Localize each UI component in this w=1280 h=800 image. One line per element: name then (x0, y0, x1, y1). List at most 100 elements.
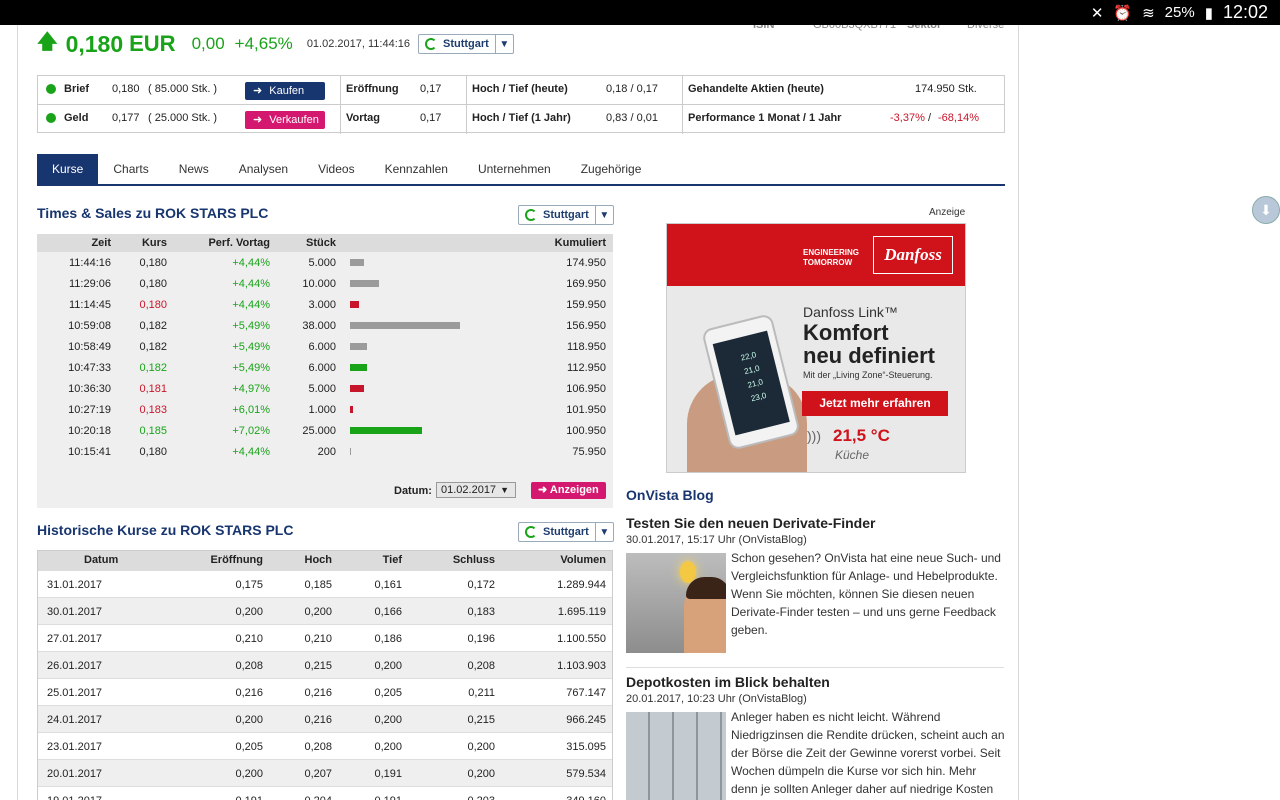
cell-price: 0,180 (139, 278, 167, 290)
tab-kurse[interactable]: Kurse (37, 154, 99, 184)
col-kumuliert: Kumuliert (554, 237, 606, 249)
table-row: 30.01.2017 0,200 0,200 0,166 0,183 1.695.119 (38, 598, 612, 625)
cell-cumulative: 100.950 (566, 425, 606, 437)
cell-open: 0,191 (235, 795, 263, 800)
cell-qty: 10.000 (302, 278, 336, 290)
cell-high: 0,204 (304, 795, 332, 800)
cell-open: 0,216 (235, 687, 263, 699)
table-row: 10:27:19 0,183 +6,01% 1.000 101.950 (37, 400, 613, 421)
table-header: Zeit Kurs Perf. Vortag Stück Kumuliert (37, 234, 613, 252)
cell-high: 0,207 (304, 768, 332, 780)
arrow-right-icon: ➜ (538, 484, 550, 496)
volume-bar (350, 259, 364, 266)
col-perf: Perf. Vortag (208, 237, 270, 249)
sell-label: Verkaufen (269, 114, 319, 126)
tab-videos[interactable]: Videos (303, 154, 369, 184)
blog-post-text-2: Anleger haben es nicht leicht. Während N… (731, 710, 1005, 796)
cell-time: 10:58:49 (68, 341, 111, 353)
tab-unternehmen[interactable]: Unternehmen (463, 154, 566, 184)
exchange-select[interactable]: Stuttgart ▼ (417, 34, 514, 54)
col-tief: Tief (382, 554, 402, 566)
arrow-right-icon: ➜ (253, 114, 266, 126)
volume-bar (350, 343, 367, 350)
tab-zugehoerige[interactable]: Zugehörige (566, 154, 657, 184)
date-select[interactable]: 01.02.2017 ▼ (436, 482, 516, 498)
volume-bar (350, 448, 351, 455)
cell-cumulative: 156.950 (566, 320, 606, 332)
table-row: 10:59:08 0,182 +5,49% 38.000 156.950 (37, 316, 613, 337)
cell-time: 10:36:30 (68, 383, 111, 395)
quote-row-geld: Geld 0,177 ( 25.000 Stk. ) ➜ Verkaufen V… (38, 105, 1004, 134)
table-row: 31.01.2017 0,175 0,185 0,161 0,172 1.289.944 (38, 571, 612, 598)
tab-analysen[interactable]: Analysen (224, 154, 303, 184)
cell-price: 0,181 (139, 383, 167, 395)
cell-low: 0,191 (374, 768, 402, 780)
tab-charts[interactable]: Charts (98, 154, 163, 184)
table-row: 11:14:45 0,180 +4,44% 3.000 159.950 (37, 295, 613, 316)
arrow-down-icon: ⬇ (1260, 202, 1272, 218)
alarm-icon: ⏰ (1113, 4, 1133, 22)
clock: 12:02 (1222, 2, 1268, 22)
cell-qty: 5.000 (308, 383, 336, 395)
buy-button[interactable]: ➜ Kaufen (245, 82, 325, 100)
danfoss-logo: Danfoss (873, 236, 953, 274)
cell-qty: 6.000 (308, 341, 336, 353)
cell-price: 0,180 (139, 446, 167, 458)
historical-exchange-select[interactable]: Stuttgart ▼ (518, 522, 614, 542)
sell-button[interactable]: ➜ Verkaufen (245, 111, 325, 129)
blog-post-image-2[interactable] (626, 712, 726, 800)
blog-post-title-2[interactable]: Depotkosten im Blick behalten (626, 674, 830, 690)
performance-separator: / (928, 112, 932, 124)
tab-bar: Kurse Charts News Analysen Videos Kennza… (37, 154, 1005, 186)
times-sales-title: Times & Sales zu ROK STARS PLC (37, 205, 269, 221)
currency: EUR (129, 31, 176, 56)
scroll-down-button[interactable]: ⬇ (1252, 196, 1280, 224)
volume-bar (350, 280, 379, 287)
blog-post-title-1[interactable]: Testen Sie den neuen Derivate-Finder (626, 515, 875, 531)
cell-date: 30.01.2017 (47, 606, 103, 618)
cell-high: 0,215 (304, 660, 332, 672)
times-sales-exchange-select[interactable]: Stuttgart ▼ (518, 205, 614, 225)
table-row: 20.01.2017 0,200 0,207 0,191 0,200 579.534 (38, 760, 612, 787)
table-row: 10:36:30 0,181 +4,97% 5.000 106.950 (37, 379, 613, 400)
table-row: 10:15:41 0,180 +4,44% 200 75.950 (37, 442, 613, 463)
cell-cumulative: 159.950 (566, 299, 606, 311)
cell-perf: +4,44% (232, 257, 270, 269)
high-low-year-value: 0,83 / 0,01 (606, 112, 658, 124)
cell-volume: 1.100.550 (557, 633, 606, 645)
table-row: 11:29:06 0,180 +4,44% 10.000 169.950 (37, 274, 613, 295)
cell-open: 0,208 (235, 660, 263, 672)
blog-post-image-1[interactable] (626, 553, 726, 653)
cell-high: 0,216 (304, 687, 332, 699)
cell-time: 10:15:41 (68, 446, 111, 458)
cell-time: 10:47:33 (68, 362, 111, 374)
cell-qty: 25.000 (302, 425, 336, 437)
geld-quantity: ( 25.000 Stk. ) (148, 112, 218, 124)
blog-post-meta-1: 30.01.2017, 15:17 Uhr (OnVistaBlog) (626, 534, 807, 546)
traded-shares-value: 174.950 Stk. (915, 83, 977, 95)
cell-low: 0,161 (374, 579, 402, 591)
ad-subline: Mit der „Living Zone“-Steuerung. (803, 370, 933, 380)
cell-volume: 315.095 (566, 741, 606, 753)
cell-open: 0,200 (235, 606, 263, 618)
cell-high: 0,200 (304, 606, 332, 618)
show-button[interactable]: ➜ Anzeigen (531, 482, 606, 499)
col-volumen: Volumen (560, 554, 606, 566)
cell-qty: 6.000 (308, 362, 336, 374)
cell-time: 10:27:19 (68, 404, 111, 416)
chevron-down-icon: ▼ (594, 523, 613, 541)
cell-perf: +4,44% (232, 446, 270, 458)
tab-news[interactable]: News (164, 154, 224, 184)
tab-kennzahlen[interactable]: Kennzahlen (370, 154, 463, 184)
performance-label: Performance 1 Monat / 1 Jahr (688, 112, 842, 124)
table-row: 10:20:18 0,185 +7,02% 25.000 100.950 (37, 421, 613, 442)
table-row: 24.01.2017 0,200 0,216 0,200 0,215 966.245 (38, 706, 612, 733)
chevron-down-icon: ▼ (594, 206, 613, 224)
ad-cta-button[interactable]: Jetzt mehr erfahren (802, 391, 948, 416)
danfoss-ad[interactable]: ENGINEERING TOMORROW Danfoss 22,0 21,0 21… (666, 223, 966, 473)
table-row: 10:58:49 0,182 +5,49% 6.000 118.950 (37, 337, 613, 358)
volume-bar (350, 301, 359, 308)
cell-date: 23.01.2017 (47, 741, 103, 753)
page-content: ISIN GB00B3QXB771 Sektor Diverse 🡅 0,180… (17, 0, 1019, 800)
volume-bar (350, 364, 367, 371)
